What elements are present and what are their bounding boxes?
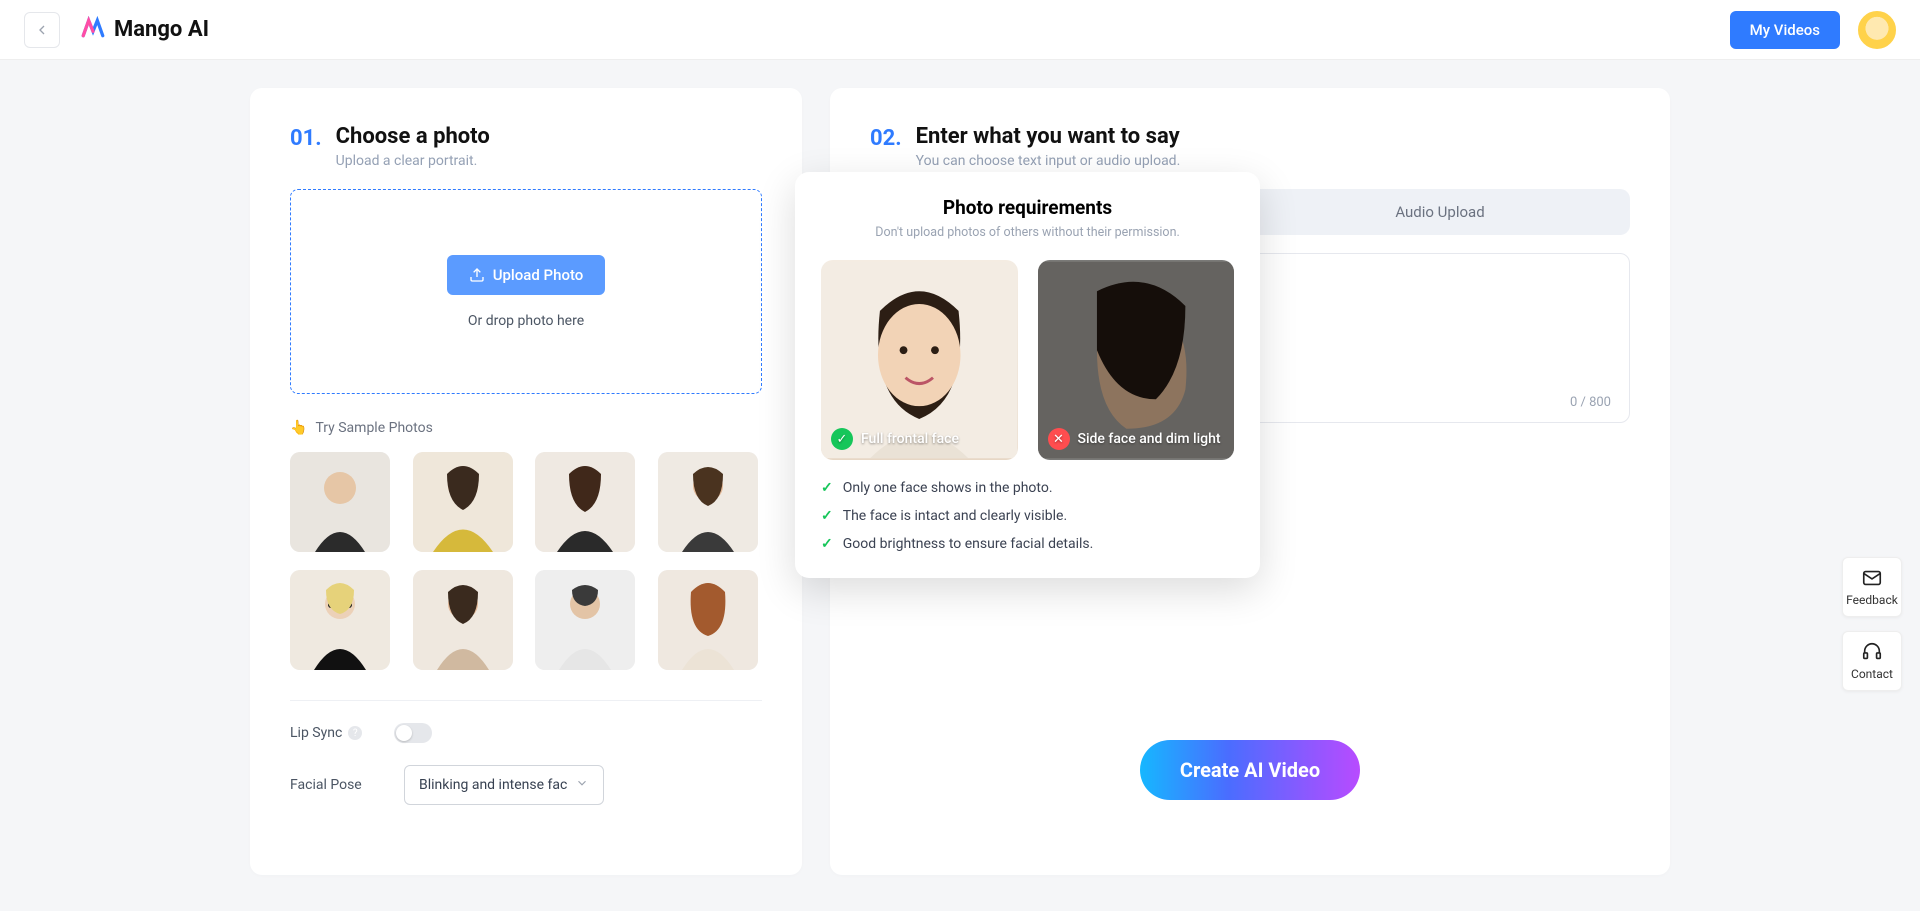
lip-sync-label: Lip Sync ?	[290, 725, 370, 741]
sample-photos-label: Try Sample Photos	[315, 420, 432, 436]
facial-pose-label: Facial Pose	[290, 777, 380, 793]
popover-examples: ✓ Full frontal face ✕ Side face and dim …	[821, 260, 1234, 460]
drop-hint: Or drop photo here	[468, 313, 584, 329]
facial-pose-select[interactable]: Blinking and intense fac	[404, 765, 604, 805]
chevron-left-icon	[34, 22, 50, 38]
lip-sync-toggle[interactable]	[394, 723, 432, 743]
headset-icon	[1861, 641, 1883, 663]
step1-card: 01. Choose a photo Upload a clear portra…	[250, 88, 802, 875]
create-ai-video-button[interactable]: Create AI Video	[1140, 740, 1360, 800]
upload-dropzone[interactable]: Upload Photo Or drop photo here	[290, 189, 762, 394]
good-example: ✓ Full frontal face	[821, 260, 1018, 460]
popover-subtitle: Don't upload photos of others without th…	[821, 225, 1234, 240]
sample-photo-3[interactable]	[535, 452, 635, 552]
contact-button[interactable]: Contact	[1842, 631, 1902, 691]
bad-example-caption: Side face and dim light	[1078, 431, 1221, 447]
main: 01. Choose a photo Upload a clear portra…	[250, 88, 1670, 875]
create-button-wrap: Create AI Video	[870, 740, 1630, 800]
divider	[290, 700, 762, 701]
pointing-hand-icon: 👆	[290, 420, 307, 436]
sample-photos-header: 👆 Try Sample Photos	[290, 420, 762, 436]
popover-rules: ✓Only one face shows in the photo. ✓The …	[821, 480, 1234, 552]
user-avatar[interactable]	[1858, 11, 1896, 49]
sample-photo-8[interactable]	[658, 570, 758, 670]
sample-photo-6[interactable]	[413, 570, 513, 670]
step2-title: Enter what you want to say	[916, 124, 1181, 149]
check-circle-icon: ✓	[831, 428, 853, 450]
header-left: Mango AI	[24, 12, 209, 48]
good-example-caption: Full frontal face	[861, 431, 959, 447]
my-videos-button[interactable]: My Videos	[1730, 11, 1840, 49]
floating-actions: Feedback Contact	[1842, 557, 1902, 691]
check-icon: ✓	[821, 508, 833, 524]
char-count: 0 / 800	[1570, 395, 1611, 410]
rule-item: ✓The face is intact and clearly visible.	[821, 508, 1234, 524]
brand-text: Mango AI	[114, 17, 209, 42]
sample-photo-4[interactable]	[658, 452, 758, 552]
facial-pose-row: Facial Pose Blinking and intense fac	[290, 765, 762, 805]
step2-head: 02. Enter what you want to say You can c…	[870, 124, 1630, 169]
step1-number: 01.	[290, 126, 322, 151]
x-circle-icon: ✕	[1048, 428, 1070, 450]
step1-subtitle: Upload a clear portrait.	[336, 153, 490, 169]
sample-photo-5[interactable]	[290, 570, 390, 670]
info-icon: ?	[348, 726, 362, 740]
popover-title: Photo requirements	[821, 196, 1234, 219]
rule-item: ✓Only one face shows in the photo.	[821, 480, 1234, 496]
logo-mark-icon	[80, 14, 106, 46]
upload-photo-button[interactable]: Upload Photo	[447, 255, 606, 295]
bad-example: ✕ Side face and dim light	[1038, 260, 1235, 460]
back-button[interactable]	[24, 12, 60, 48]
header-right: My Videos	[1730, 11, 1896, 49]
chevron-down-icon	[575, 776, 589, 794]
feedback-button[interactable]: Feedback	[1842, 557, 1902, 617]
sample-photo-2[interactable]	[413, 452, 513, 552]
step1-head: 01. Choose a photo Upload a clear portra…	[290, 124, 762, 169]
step1-title: Choose a photo	[336, 124, 490, 149]
lip-sync-row: Lip Sync ?	[290, 723, 762, 743]
sample-photo-7[interactable]	[535, 570, 635, 670]
upload-button-label: Upload Photo	[493, 266, 584, 284]
step2-subtitle: You can choose text input or audio uploa…	[916, 153, 1181, 169]
photo-requirements-popover: Photo requirements Don't upload photos o…	[795, 172, 1260, 578]
sample-photo-1[interactable]	[290, 452, 390, 552]
mail-icon	[1861, 567, 1883, 589]
check-icon: ✓	[821, 480, 833, 496]
rule-item: ✓Good brightness to ensure facial detail…	[821, 536, 1234, 552]
step2-number: 02.	[870, 126, 902, 151]
upload-icon	[469, 267, 485, 283]
sample-photos-grid	[290, 452, 762, 670]
check-icon: ✓	[821, 536, 833, 552]
logo: Mango AI	[80, 14, 209, 46]
tab-audio-upload[interactable]: Audio Upload	[1250, 189, 1630, 235]
header: Mango AI My Videos	[0, 0, 1920, 60]
facial-pose-value: Blinking and intense fac	[419, 777, 567, 793]
